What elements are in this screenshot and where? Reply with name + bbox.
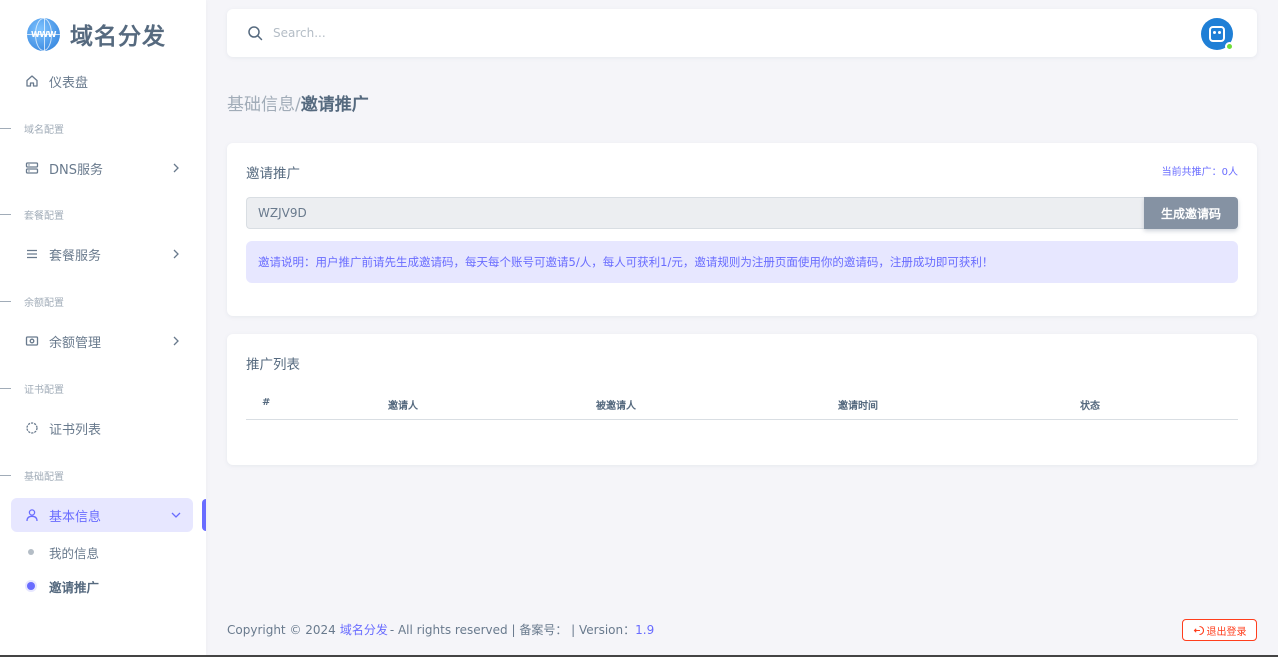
online-status-icon	[1225, 42, 1234, 51]
chevron-right-icon	[169, 334, 183, 348]
sidebar-item-cert-list[interactable]: 证书列表	[11, 411, 193, 445]
column-header-status: 状态	[1080, 401, 1100, 412]
user-icon	[24, 508, 39, 523]
brand-name: 域名分发	[70, 24, 166, 50]
footer-brand-link[interactable]: 域名分发	[340, 621, 388, 638]
globe-logo-icon: WWW	[27, 17, 60, 51]
invite-card-title: 邀请推广	[246, 166, 300, 182]
invite-count: 当前共推广：0人	[1161, 167, 1238, 178]
generate-invite-code-button[interactable]: 生成邀请码	[1144, 197, 1238, 229]
sidebar-item-dashboard[interactable]: 仪表盘	[11, 64, 193, 98]
breadcrumb-parent: 基础信息/	[227, 95, 301, 115]
logout-icon	[1193, 625, 1204, 636]
sidebar-item-dns[interactable]: DNS服务	[11, 151, 193, 185]
section-header-basic: 基础配置	[0, 468, 206, 483]
invite-notice: 邀请说明：用户推广前请先生成邀请码，每天每个账号可邀请5/人，每人可获利1/元，…	[246, 241, 1238, 283]
avatar-face-icon	[1209, 26, 1225, 42]
sidebar-subitem-my-info[interactable]: 我的信息	[24, 542, 99, 562]
server-icon	[24, 161, 39, 176]
table-header: # 邀请人 被邀请人 邀请时间 状态	[246, 390, 1238, 420]
section-header-cert: 证书配置	[0, 381, 206, 396]
section-header-package: 套餐配置	[0, 207, 206, 222]
brand[interactable]: WWW 域名分发	[27, 16, 166, 52]
bullet-icon	[28, 549, 34, 555]
logout-button[interactable]: 退出登录	[1182, 619, 1257, 641]
footer: Copyright © 2024 域名分发 - All rights reser…	[227, 621, 654, 638]
version-number: 1.9	[635, 622, 655, 637]
promotion-list-card: 推广列表 # 邀请人 被邀请人 邀请时间 状态	[227, 334, 1257, 465]
breadcrumb: 基础信息/ 邀请推广	[227, 90, 369, 115]
chevron-down-icon	[169, 508, 183, 522]
sidebar-item-label: DNS服务	[49, 162, 103, 178]
avatar[interactable]	[1201, 18, 1234, 51]
invite-code-field[interactable]: WZJV9D	[246, 197, 1144, 229]
page-title: 邀请推广	[300, 95, 369, 115]
sidebar-item-label: 仪表盘	[49, 75, 89, 91]
bullet-icon	[27, 582, 35, 590]
sidebar-item-label: 证书列表	[49, 422, 102, 438]
menu-lines-icon	[24, 247, 39, 262]
column-header-inviter: 邀请人	[388, 401, 418, 412]
promotion-list-title: 推广列表	[246, 357, 300, 373]
column-header-invite-time: 邀请时间	[838, 401, 878, 412]
footer-rights-text: - All rights reserved | 备案号： | Version：	[389, 623, 636, 637]
column-header-index: #	[262, 397, 271, 408]
section-header-balance: 余额配置	[0, 294, 206, 309]
sidebar-subitem-invite[interactable]: 邀请推广	[24, 576, 99, 596]
search-input[interactable]	[273, 21, 433, 45]
sidebar-item-balance[interactable]: 余额管理	[11, 324, 193, 358]
chevron-right-icon	[169, 161, 183, 175]
sidebar-item-package[interactable]: 套餐服务	[11, 237, 193, 271]
chevron-right-icon	[169, 247, 183, 261]
section-header-domain: 域名配置	[0, 121, 206, 136]
search-icon[interactable]	[247, 25, 263, 41]
copyright-text: Copyright © 2024	[227, 622, 336, 637]
sidebar-item-basic-info[interactable]: 基本信息	[11, 498, 193, 532]
certificate-icon	[24, 421, 39, 436]
column-header-invitee: 被邀请人	[596, 401, 636, 412]
sidebar: WWW 域名分发 仪表盘 域名配置 DNS服务 套餐配置 套餐服务 余额配置 余…	[0, 0, 206, 657]
top-navbar	[227, 9, 1257, 57]
money-icon	[24, 334, 39, 349]
active-indicator	[202, 499, 206, 531]
sidebar-item-label: 套餐服务	[49, 248, 102, 264]
sidebar-item-label: 基本信息	[49, 509, 102, 525]
home-icon	[24, 74, 39, 89]
invite-code-group: WZJV9D 生成邀请码	[246, 197, 1238, 229]
sidebar-item-label: 余额管理	[49, 335, 102, 351]
invite-card: 邀请推广 当前共推广：0人 WZJV9D 生成邀请码 邀请说明：用户推广前请先生…	[227, 143, 1257, 316]
